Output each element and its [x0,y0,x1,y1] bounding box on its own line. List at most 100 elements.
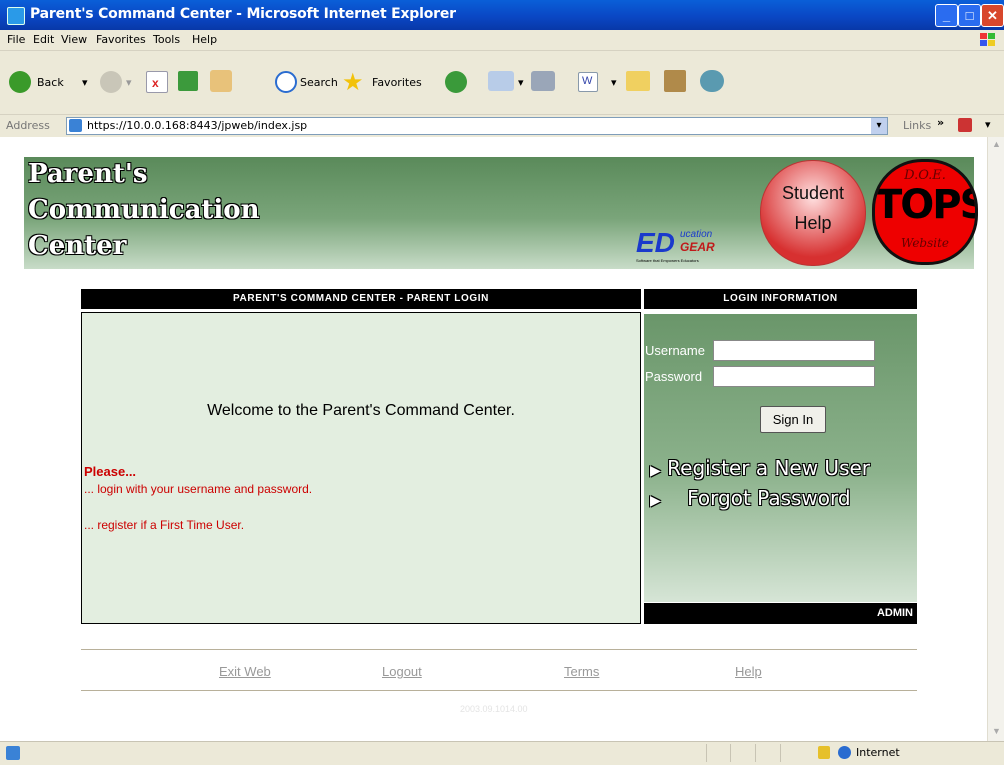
page-content: Parent's Communication Center ED ucation… [0,137,987,741]
register-link[interactable]: ▶ Register a New User [650,456,870,480]
register-instruction: ... register if a First Time User. [84,518,245,532]
page-icon [69,119,82,132]
password-label: Password [645,369,703,384]
forward-arrow-icon[interactable] [100,71,122,93]
play-arrow-icon: ▶ [650,493,661,509]
version-text: 2003.09.1014.00 [460,704,528,714]
acrobat-dropdown-icon[interactable]: ▾ [985,118,991,131]
history-icon[interactable] [445,71,467,93]
forgot-password-link[interactable]: ▶ Forgot Password [650,486,851,510]
status-divider [706,744,707,762]
vertical-scrollbar[interactable]: ▲ ▼ [987,137,1004,741]
menu-edit[interactable]: Edit [33,33,54,46]
edgear-ed: ED [636,227,675,258]
messenger-icon[interactable] [700,70,724,92]
scroll-down-icon[interactable]: ▼ [990,726,1003,739]
windows-logo-icon [976,31,1000,49]
scroll-up-icon[interactable]: ▲ [990,139,1003,152]
window-title-bar[interactable]: Parent's Command Center - Microsoft Inte… [0,0,1004,30]
username-label: Username [645,343,705,358]
terms-link[interactable]: Terms [564,664,599,679]
secure-lock-icon [818,746,830,759]
address-label: Address [6,119,50,132]
tops-website: Website [900,236,950,250]
username-input[interactable] [713,340,875,361]
close-button[interactable]: ✕ [981,4,1004,27]
edit-dropdown-icon[interactable]: ▾ [611,76,617,89]
forgot-password-label: Forgot Password [687,486,851,510]
edgear-gear: GEAR [680,240,715,254]
sign-in-button[interactable]: Sign In [760,406,826,433]
status-divider [780,744,781,762]
mail-icon[interactable] [488,71,514,91]
edgear-ucation: ucation [680,229,713,240]
acrobat-icon[interactable] [958,118,972,132]
admin-bar: ADMIN [644,603,917,624]
student-help-button[interactable]: Student Help [760,160,866,266]
back-dropdown-icon[interactable]: ▾ [82,76,88,89]
banner-title-line3: Center [28,231,127,261]
tops-website-button[interactable]: D.O.E. TOPS Website [872,159,978,265]
help-link[interactable]: Help [735,664,762,679]
mail-dropdown-icon[interactable]: ▾ [518,76,524,89]
menu-file[interactable]: File [7,33,25,46]
please-label: Please... [84,464,137,479]
refresh-icon[interactable] [178,71,198,91]
menu-view[interactable]: View [61,33,87,46]
home-icon[interactable] [210,70,232,92]
menu-help[interactable]: Help [192,33,217,46]
password-input[interactable] [713,366,875,387]
research-icon[interactable] [664,70,686,92]
register-link-label: Register a New User [667,456,871,480]
status-divider [755,744,756,762]
address-dropdown-icon[interactable]: ▾ [871,118,887,134]
edgear-tagline: Software that Empowers Educators [636,258,699,263]
zone-label: Internet [856,746,900,759]
favorites-button-label[interactable]: Favorites [372,76,422,89]
login-info-header: LOGIN INFORMATION [644,289,917,309]
links-chevron-icon[interactable]: » [937,116,944,129]
folder-icon[interactable] [626,71,650,91]
address-input[interactable]: https://10.0.0.168:8443/jpweb/index.jsp … [66,117,888,135]
exit-web-link[interactable]: Exit Web [219,664,271,679]
address-url: https://10.0.0.168:8443/jpweb/index.jsp [87,119,308,132]
internet-zone-icon [838,746,851,759]
banner: Parent's Communication Center ED ucation… [24,157,978,269]
play-arrow-icon: ▶ [650,463,661,479]
search-icon[interactable] [275,71,297,93]
links-label[interactable]: Links [903,119,931,132]
menu-tools[interactable]: Tools [153,33,180,46]
admin-link[interactable]: ADMIN [877,607,913,619]
back-arrow-icon[interactable] [9,71,31,93]
status-bar: Internet [0,741,1004,765]
student-help-line1: Student [781,183,845,203]
welcome-heading: Welcome to the Parent's Command Center. [207,402,515,419]
back-button-label[interactable]: Back [37,76,64,89]
student-help-line2: Help [794,213,832,233]
edit-word-icon[interactable]: W [578,72,598,92]
menu-favorites[interactable]: Favorites [96,33,146,46]
maximize-button[interactable]: □ [958,4,981,27]
banner-title-line2: Communication [28,195,260,225]
status-divider [730,744,731,762]
banner-title-line1: Parent's [28,159,148,189]
welcome-panel: Welcome to the Parent's Command Center. … [81,312,641,624]
forward-dropdown-icon[interactable]: ▾ [126,76,132,89]
footer-divider-bottom [81,690,917,691]
ie-icon [7,7,25,25]
minimize-button[interactable]: _ [935,4,958,27]
footer-divider-top [81,649,917,650]
search-button-label[interactable]: Search [300,76,338,89]
tops-doe: D.O.E. [904,168,946,183]
stop-icon[interactable]: x [146,71,168,93]
login-instruction: ... login with your username and passwor… [84,482,313,496]
favorites-star-icon[interactable]: ★ [342,68,364,97]
print-icon[interactable] [531,71,555,91]
logout-link[interactable]: Logout [382,664,422,679]
toolbar: Back ▾ ▾ x Search ★ Favorites ▾ W ▾ [0,51,1004,114]
parent-login-header: PARENT'S COMMAND CENTER - PARENT LOGIN [81,289,641,309]
window-title: Parent's Command Center - Microsoft Inte… [30,6,456,22]
menu-bar: File Edit View Favorites Tools Help [0,30,1004,51]
edgear-logo: ED ucation GEAR Software that Empowers E… [636,227,756,267]
page-status-icon [6,746,20,760]
